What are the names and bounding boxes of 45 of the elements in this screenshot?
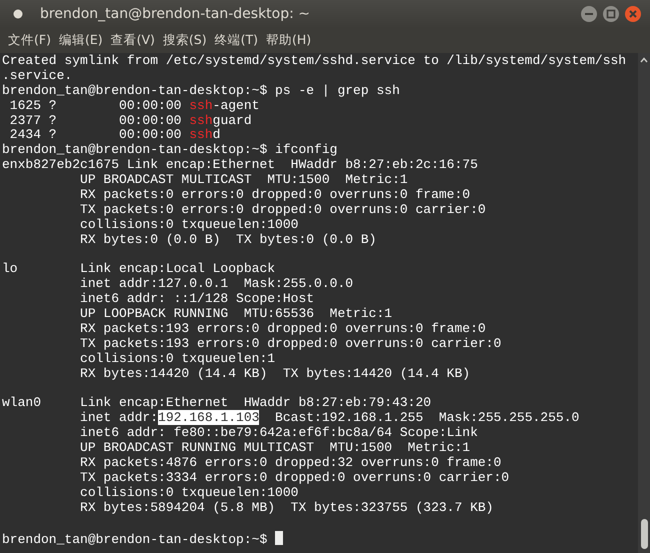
terminal-line: enxb827eb2c1675 Link encap:Ethernet HWaddr b8:27:eb:2c:16:75	[2, 158, 479, 174]
terminal-line: collisions:0 txqueuelen:1	[79, 352, 276, 367]
terminal-line: TX packets:0 errors:0 dropped:0 overruns:0 carrier:0	[79, 202, 487, 218]
minimize-button[interactable]	[580, 5, 598, 23]
menu-item[interactable]: 文件(F)	[4, 31, 55, 50]
terminal-line: TX packets:3334 errors:0 dropped:0 overruns:0 carrier:0	[79, 470, 510, 486]
terminal-line: RX packets:4876 errors:0 dropped:32 overruns:0 frame:0	[79, 456, 502, 471]
terminal-line: inet6 addr: ::1/128 Scope:Host	[79, 292, 316, 308]
maximize-button[interactable]	[602, 5, 620, 23]
terminal-line: collisions:0 txqueuelen:1000	[79, 486, 300, 501]
close-button[interactable]	[624, 5, 642, 23]
menu-item[interactable]: 终端(T)	[210, 31, 262, 50]
terminal-line: TX packets:193 errors:0 dropped:0 overruns:0 carrier:0	[79, 336, 502, 352]
terminal-line: RX packets:193 errors:0 dropped:0 overruns:0 frame:0	[79, 322, 487, 337]
scrollbar[interactable]	[638, 53, 650, 553]
terminal-line: Created symlink from /etc/systemd/system/sshd.service to /lib/systemd/system/ssh	[2, 54, 628, 69]
terminal-line: collisions:0 txqueuelen:1000	[79, 218, 300, 233]
menu-item[interactable]: 搜索(S)	[158, 31, 211, 50]
terminal-line: RX bytes:0 (0.0 B) TX bytes:0 (0.0 B)	[79, 232, 378, 248]
terminal-line: RX packets:0 errors:0 dropped:0 overruns:0 frame:0	[79, 188, 472, 203]
menu-item[interactable]: 编辑(E)	[54, 31, 107, 50]
terminal-line: lo Link encap:Local Loopback	[2, 262, 276, 278]
terminal-line: 1625 ? 00:00:00 ssh-agent	[8, 98, 260, 114]
terminal-line: brendon_tan@brendon-tan-desktop:~$ ifconfig	[2, 143, 338, 158]
text-cursor	[275, 530, 284, 544]
terminal-line: 2434 ? 00:00:00 sshd	[8, 128, 222, 144]
menu-item[interactable]: 查看(V)	[106, 31, 159, 50]
terminal-line: UP LOOPBACK RUNNING MTU:65536 Metric:1	[79, 307, 394, 322]
terminal-line: inet addr:127.0.0.1 Mask:255.0.0.0	[79, 277, 354, 292]
terminal-icon	[12, 8, 24, 20]
terminal-line: 2377 ? 00:00:00 sshguard	[8, 114, 253, 128]
terminal-line: UP BROADCAST RUNNING MULTICAST MTU:1500 Metric:1	[79, 441, 472, 456]
terminal-line: UP BROADCAST MULTICAST MTU:1500 Metric:1	[79, 173, 409, 188]
terminal-line: brendon_tan@brendon-tan-desktop:~$ ps -e | grep ssh	[2, 84, 401, 99]
terminal-line: inet6 addr: fe80::be79:642a:ef6f:bc8a/64 Scope:Link	[79, 426, 479, 442]
terminal-line: RX bytes:14420 (14.4 KB) TX bytes:14420 (14.4 KB)	[79, 366, 472, 382]
scroll-up-icon[interactable]	[640, 57, 648, 63]
terminal-line: brendon_tan@brendon-tan-desktop:~$	[2, 532, 268, 546]
scrollbar-thumb[interactable]	[640, 519, 648, 549]
menu-item[interactable]: 帮助(H)	[262, 31, 316, 50]
terminal-line: wlan0 Link encap:Ethernet HWaddr b8:27:eb:79:43:20	[2, 396, 432, 412]
terminal-line: inet addr:192.168.1.103 Bcast:192.168.1.255 Mask:255.255.255.0	[79, 411, 580, 426]
window-title: brendon_tan@brendon-tan-desktop: ~	[40, 4, 310, 24]
terminal-line: RX bytes:5894204 (5.8 MB) TX bytes:323755 (323.7 KB)	[79, 500, 494, 516]
terminal-line: .service.	[2, 68, 74, 84]
